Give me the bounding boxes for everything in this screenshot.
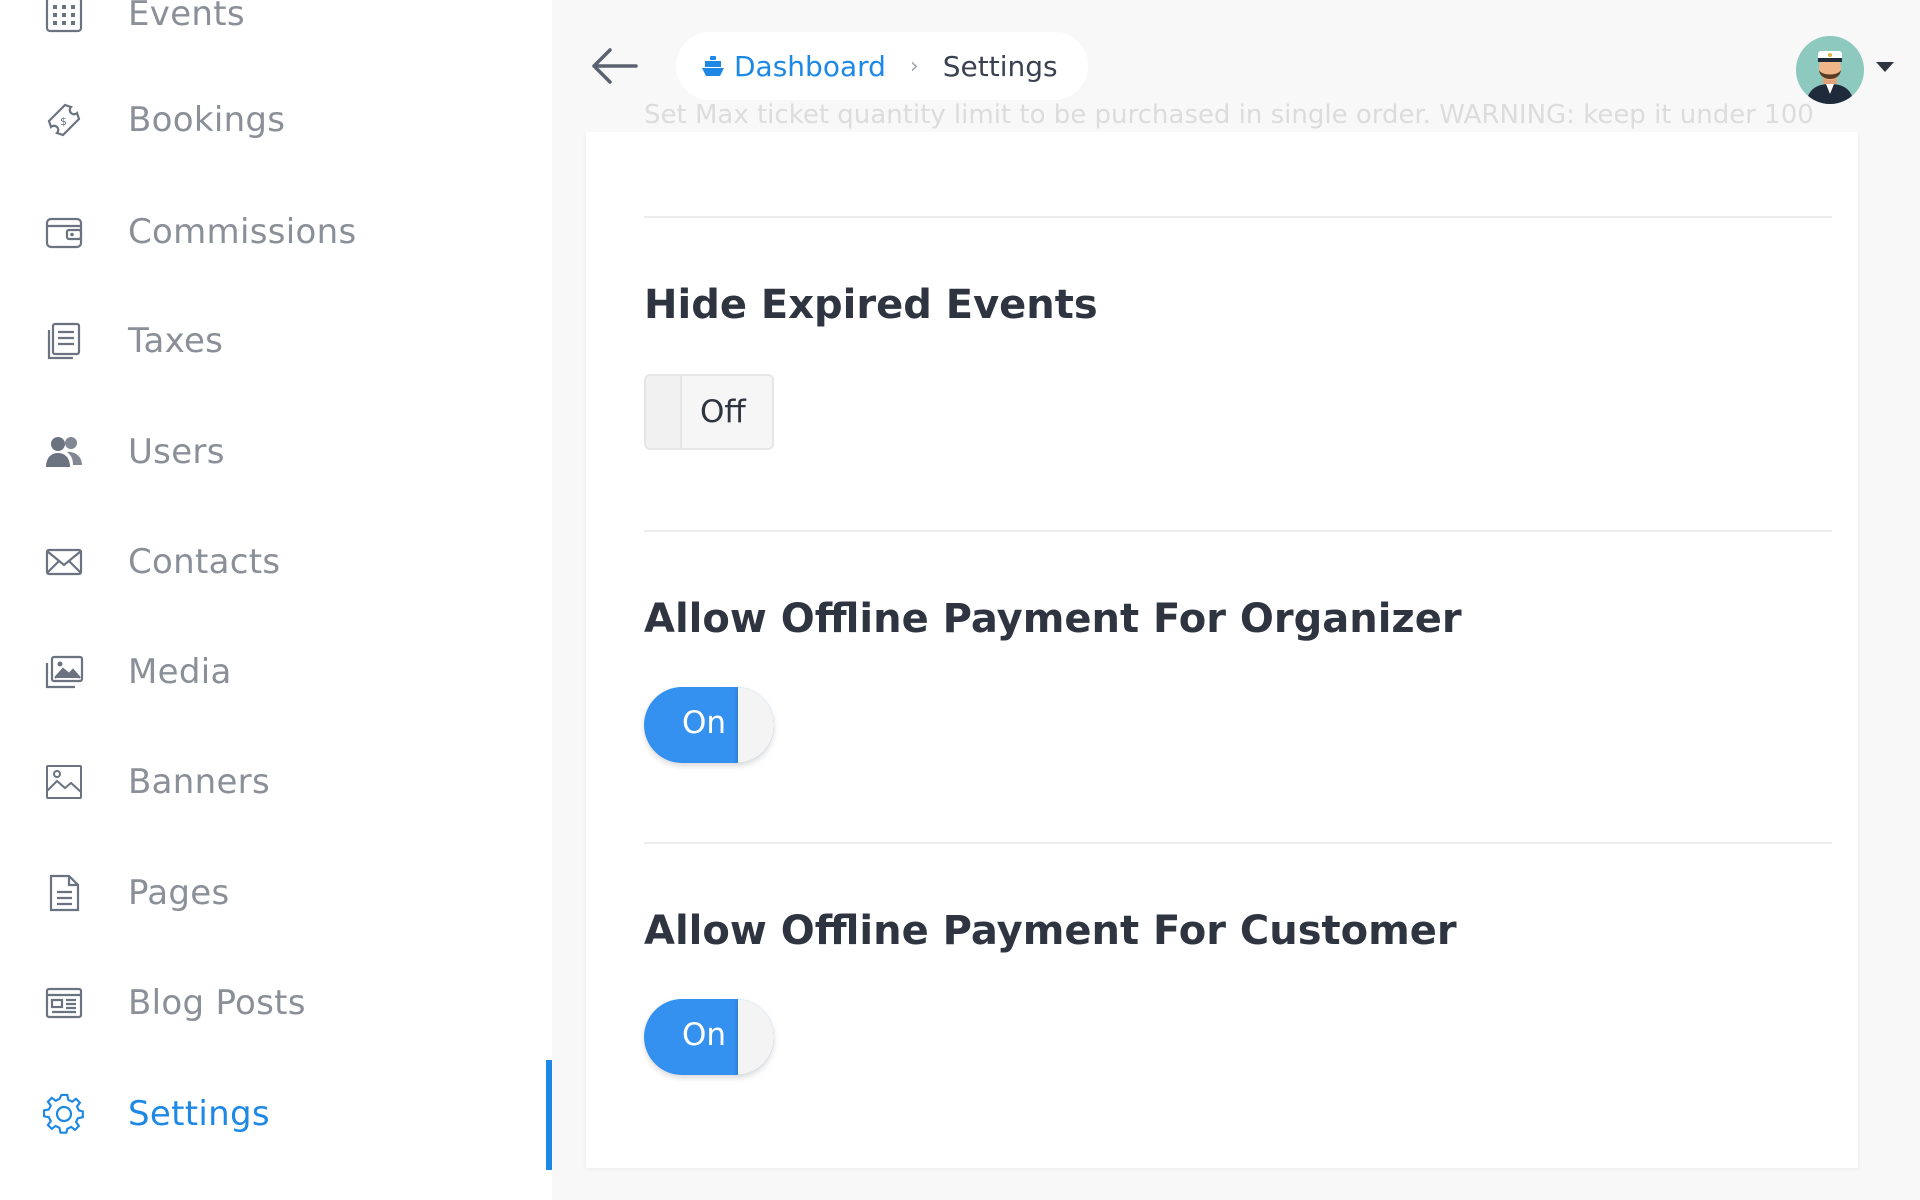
chevron-right-icon: ›: [909, 53, 919, 79]
envelope-icon: [42, 540, 86, 584]
sidebar-item-users[interactable]: Users: [0, 412, 552, 492]
page-icon: [42, 871, 86, 915]
users-icon: [42, 430, 86, 474]
sidebar-item-bookings[interactable]: $ Bookings: [0, 80, 552, 160]
back-button[interactable]: [588, 42, 640, 90]
sidebar-item-label: Blog Posts: [128, 983, 306, 1023]
picture-icon: [42, 760, 86, 804]
toggle-knob: [646, 376, 682, 448]
setting-title-offline-payment-organizer: Allow Offline Payment For Organizer: [644, 596, 1462, 642]
offline-payment-customer-toggle[interactable]: On: [644, 999, 774, 1075]
gear-icon: [42, 1092, 86, 1136]
sidebar-item-label: Commissions: [128, 212, 357, 252]
scrolled-help-text: Set Max ticket quantity limit to be purc…: [644, 100, 1814, 130]
sidebar-item-label: Media: [128, 652, 232, 692]
toggle-knob: [738, 687, 774, 763]
sidebar-item-banners[interactable]: Banners: [0, 742, 552, 822]
avatar[interactable]: [1796, 36, 1864, 104]
sidebar-item-contacts[interactable]: Contacts: [0, 522, 552, 602]
ship-icon: [702, 56, 724, 76]
sidebar-item-label: Pages: [128, 873, 230, 913]
documents-icon: [42, 319, 86, 363]
ticket-icon: $: [42, 98, 86, 142]
captain-avatar-icon: [1796, 36, 1864, 104]
sidebar-item-events[interactable]: Events: [0, 0, 552, 54]
svg-text:$: $: [60, 115, 67, 128]
toggle-state-label: Off: [700, 394, 746, 430]
arrow-left-icon: [592, 48, 638, 84]
setting-title-offline-payment-customer: Allow Offline Payment For Customer: [644, 908, 1457, 954]
divider: [644, 216, 1832, 218]
toggle-state-label: On: [682, 1017, 727, 1053]
sidebar-item-label: Bookings: [128, 100, 286, 140]
sidebar-item-label: Users: [128, 432, 225, 472]
offline-payment-organizer-toggle[interactable]: On: [644, 687, 774, 763]
sidebar-item-label: Taxes: [128, 321, 224, 361]
user-menu-caret-icon[interactable]: [1876, 62, 1894, 72]
sidebar-item-pages[interactable]: Pages: [0, 853, 552, 933]
sidebar: Events $ Bookings Commissions Taxes User…: [0, 0, 552, 1200]
newspaper-icon: [42, 981, 86, 1025]
calendar-grid-icon: [42, 0, 86, 36]
divider: [644, 842, 1832, 844]
breadcrumb: Dashboard › Settings: [676, 32, 1088, 100]
setting-title-hide-expired-events: Hide Expired Events: [644, 282, 1098, 328]
sidebar-item-label: Settings: [128, 1094, 270, 1134]
sidebar-item-taxes[interactable]: Taxes: [0, 301, 552, 381]
images-icon: [42, 650, 86, 694]
toggle-knob: [738, 999, 774, 1075]
sidebar-item-blog-posts[interactable]: Blog Posts: [0, 963, 552, 1043]
active-indicator: [546, 1060, 552, 1170]
wallet-icon: [42, 210, 86, 254]
divider: [644, 530, 1832, 532]
hide-expired-events-toggle[interactable]: Off: [644, 374, 774, 450]
breadcrumb-dashboard-link[interactable]: Dashboard: [700, 50, 886, 83]
breadcrumb-current: Settings: [942, 49, 1058, 83]
sidebar-item-label: Events: [128, 0, 245, 34]
sidebar-item-settings[interactable]: Settings: [0, 1074, 552, 1154]
breadcrumb-home-label: Dashboard: [734, 49, 886, 83]
toggle-state-label: On: [682, 705, 727, 741]
sidebar-item-label: Banners: [128, 762, 270, 802]
settings-card: Hide Expired Events Off Allow Offline Pa…: [586, 132, 1858, 1168]
sidebar-item-commissions[interactable]: Commissions: [0, 192, 552, 272]
sidebar-item-label: Contacts: [128, 542, 281, 582]
sidebar-item-media[interactable]: Media: [0, 632, 552, 712]
